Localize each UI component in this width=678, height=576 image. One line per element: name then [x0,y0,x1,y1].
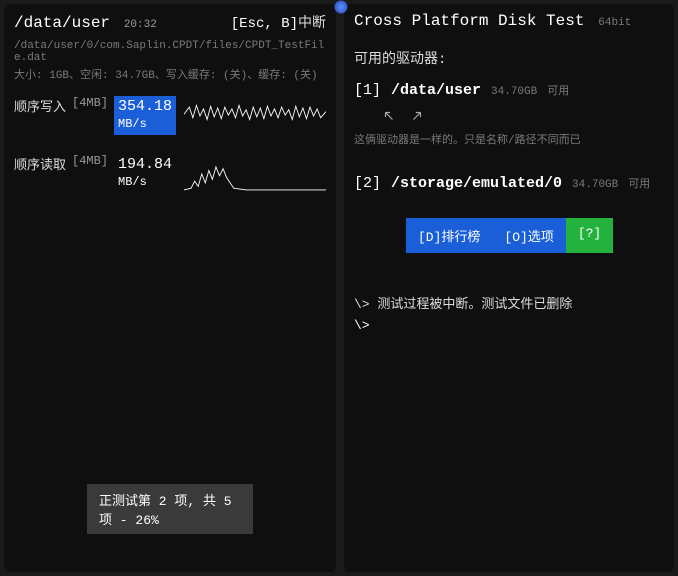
ranking-button[interactable]: [D]排行榜 [406,218,492,253]
left-header: /data/user 20:32 [Esc, B]中断 [14,12,326,32]
sparkline-write [184,96,326,140]
row-blocksize: [4MB] [72,154,114,168]
console-output: \> 测试过程被中断。测试文件已删除 \> [354,293,664,333]
drive-size: 34.70GB [572,179,618,191]
result-row-write: 顺序写入 [4MB] 354.18 MB/s [14,96,326,140]
help-button[interactable]: [?] [566,218,613,253]
row-blocksize: [4MB] [72,96,114,110]
speed-unit: MB/s [118,175,147,189]
abort-hint[interactable]: [Esc, B]中断 [231,12,326,32]
button-row: [D]排行榜 [O]选项 [?] [406,218,664,253]
drive-index: [1] [354,82,381,99]
abort-text: 中断 [298,16,326,32]
speed-number: 354.18 [118,98,172,115]
abort-key-label: [Esc, B] [231,16,298,32]
row-label: 顺序写入 [14,96,72,115]
sparkline-read [184,154,326,198]
console-line: \> 测试过程被中断。测试文件已删除 [354,293,664,312]
drive-item-1[interactable]: [1] /data/user 34.70GB 可用 [354,82,664,99]
clock-time: 20:32 [124,19,157,31]
pane-splitter-handle[interactable] [334,0,348,14]
progress-status: 正测试第 2 项, 共 5 项 - 26% [87,484,253,534]
row-value: 194.84 MB/s [114,154,176,193]
drive-link-arrows [382,109,664,127]
drives-note: 这俩驱动器是一样的。只是名称/路径不同而已 [354,131,664,147]
right-header: Cross Platform Disk Test 64bit [354,12,664,30]
arrow-up-left-icon [382,109,396,127]
test-file-path: /data/user/0/com.Saplin.CPDT/files/CPDT_… [14,40,326,64]
right-pane: Cross Platform Disk Test 64bit 可用的驱动器: [… [344,4,674,572]
drive-avail: 可用 [547,82,569,98]
current-path: /data/user [14,14,110,32]
arrow-up-right-icon [410,109,424,127]
drives-heading: 可用的驱动器: [354,48,664,68]
row-value: 354.18 MB/s [114,96,176,135]
app-title: Cross Platform Disk Test [354,12,584,30]
drive-path: /storage/emulated/0 [391,175,562,192]
console-prompt: \> [354,318,664,333]
options-button[interactable]: [O]选项 [492,218,565,253]
row-label: 顺序读取 [14,154,72,173]
drive-item-2[interactable]: [2] /storage/emulated/0 34.70GB 可用 [354,175,664,192]
result-row-read: 顺序读取 [4MB] 194.84 MB/s [14,154,326,198]
drive-index: [2] [354,175,381,192]
test-file-info: 大小: 1GB、空闲: 34.7GB、写入缓存: (关)、缓存: (关) [14,66,326,82]
arch-label: 64bit [598,17,631,29]
drive-avail: 可用 [628,175,650,191]
speed-unit: MB/s [118,117,147,131]
left-pane: /data/user 20:32 [Esc, B]中断 /data/user/0… [4,4,336,572]
drive-path: /data/user [391,82,481,99]
speed-number: 194.84 [118,156,172,173]
drive-size: 34.70GB [491,86,537,98]
